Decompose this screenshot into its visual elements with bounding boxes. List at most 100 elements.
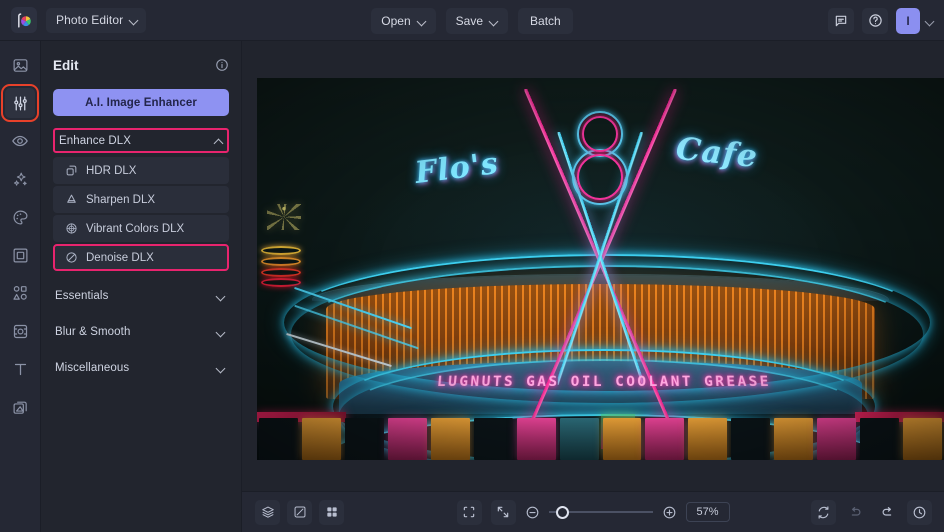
grid-four-icon	[326, 507, 337, 517]
panel-info-button[interactable]	[215, 58, 229, 72]
redo-arrow-icon	[882, 506, 892, 516]
sidebar-item-ai-tools[interactable]	[5, 316, 35, 346]
slider-handle[interactable]	[555, 505, 569, 519]
sidebar-item-image[interactable]	[5, 50, 35, 80]
sidebar-item-effects[interactable]	[5, 164, 35, 194]
text-icon	[14, 363, 26, 375]
sliders-icon	[13, 95, 27, 111]
zoom-out-button[interactable]	[525, 505, 540, 520]
list-item-label: Denoise DLX	[86, 251, 154, 264]
minus-circle-icon	[526, 506, 538, 518]
workspace-selector[interactable]: Photo Editor	[46, 7, 147, 33]
undo-arrow-icon	[851, 506, 861, 516]
cube-icon	[64, 164, 78, 178]
save-label: Save	[455, 13, 484, 28]
layers-copy-icon	[13, 401, 27, 414]
bottom-toolbar: 57%	[242, 491, 944, 532]
panel-header: Edit	[53, 41, 229, 81]
image-icon	[13, 58, 27, 72]
color-wheel-logo-icon	[17, 12, 31, 28]
no-noise-icon	[64, 251, 78, 265]
redo-button[interactable]	[875, 500, 900, 525]
canvas-stage[interactable]: Flo's Cafe LUGNUTS GAS OIL COOLANT GREAS…	[242, 41, 944, 491]
palette-icon	[13, 210, 27, 224]
image-canvas[interactable]: Flo's Cafe LUGNUTS GAS OIL COOLANT GREAS…	[257, 78, 944, 460]
collapsed-group-list: Essentials Blur & Smooth Miscellaneous	[53, 283, 229, 380]
compare-split-icon	[294, 506, 305, 518]
ai-image-enhancer-button[interactable]: A.I. Image Enhancer	[53, 89, 229, 116]
ai-image-enhancer-label: A.I. Image Enhancer	[85, 96, 197, 109]
chevron-down-icon	[490, 17, 498, 25]
actual-size-button[interactable]	[490, 499, 516, 525]
bottom-right-actions	[811, 499, 932, 525]
avatar-initial: I	[906, 13, 910, 28]
fit-frame-icon	[463, 506, 475, 518]
list-item-denoise-dlx[interactable]: Denoise DLX	[53, 244, 229, 271]
tool-rail	[0, 41, 41, 532]
layers-panel-button[interactable]	[255, 499, 280, 525]
chevron-down-icon	[217, 292, 225, 300]
bottom-left-actions	[255, 499, 344, 525]
question-circle-icon	[868, 14, 882, 27]
grid-view-button[interactable]	[319, 499, 344, 525]
help-button[interactable]	[862, 7, 888, 34]
photo-vignette	[257, 78, 944, 460]
eye-icon	[12, 135, 28, 147]
feedback-button[interactable]	[828, 7, 854, 34]
batch-button[interactable]: Batch	[518, 7, 573, 34]
history-button[interactable]	[907, 499, 932, 525]
chevron-down-icon	[418, 17, 426, 25]
collapse-arrows-icon	[497, 506, 509, 518]
list-item-sharpen-dlx[interactable]: Sharpen DLX	[53, 186, 229, 213]
group-label-miscellaneous: Miscellaneous	[55, 361, 130, 374]
info-circle-icon	[216, 59, 228, 71]
page-title: Edit	[53, 57, 79, 73]
top-right-actions: I	[828, 0, 934, 41]
chevron-down-icon	[130, 16, 138, 24]
list-item-vibrant-colors-dlx[interactable]: Vibrant Colors DLX	[53, 215, 229, 242]
plus-circle-icon	[663, 506, 675, 518]
layers-stack-icon	[261, 506, 274, 518]
group-label-enhance-dlx: Enhance DLX	[59, 134, 132, 147]
neon-diner-photo: Flo's Cafe LUGNUTS GAS OIL COOLANT GREAS…	[257, 78, 944, 460]
compare-view-button[interactable]	[287, 499, 312, 525]
chevron-down-icon	[217, 364, 225, 372]
reset-button[interactable]	[811, 499, 836, 525]
vibrant-circle-icon	[64, 222, 78, 236]
group-header-enhance-dlx[interactable]: Enhance DLX	[53, 128, 229, 153]
sidebar-item-color[interactable]	[5, 202, 35, 232]
group-header-miscellaneous[interactable]: Miscellaneous	[53, 355, 229, 380]
open-label: Open	[381, 13, 411, 28]
zoom-in-button[interactable]	[662, 505, 677, 520]
group-header-essentials[interactable]: Essentials	[53, 283, 229, 308]
list-item-hdr-dlx[interactable]: HDR DLX	[53, 157, 229, 184]
sidebar-item-frames[interactable]	[5, 240, 35, 270]
chevron-up-icon	[215, 137, 223, 145]
fit-to-frame-button[interactable]	[456, 499, 482, 525]
list-item-label: Sharpen DLX	[86, 193, 156, 206]
group-label-essentials: Essentials	[55, 289, 109, 302]
sidebar-item-retouch[interactable]	[5, 126, 35, 156]
history-clock-icon	[913, 506, 926, 518]
top-toolbar: Photo Editor Open Save Batch I	[0, 0, 944, 41]
sidebar-item-layers[interactable]	[5, 392, 35, 422]
avatar[interactable]: I	[896, 7, 920, 34]
sidebar-item-adjust[interactable]	[1, 84, 39, 122]
list-item-label: HDR DLX	[86, 164, 137, 177]
group-label-blur-smooth: Blur & Smooth	[55, 325, 131, 338]
chevron-down-icon[interactable]	[926, 17, 934, 25]
zoom-level-value[interactable]: 57%	[685, 502, 730, 522]
zoom-slider[interactable]	[548, 505, 653, 519]
save-button[interactable]: Save	[445, 7, 509, 34]
open-button[interactable]: Open	[371, 7, 436, 34]
group-header-blur-smooth[interactable]: Blur & Smooth	[53, 319, 229, 344]
sidebar-item-text[interactable]	[5, 354, 35, 384]
sparkles-icon	[13, 172, 27, 186]
app-logo[interactable]	[11, 7, 37, 33]
photo-editor-window: Photo Editor Open Save Batch I Edit A.I.…	[0, 0, 944, 532]
comment-icon	[835, 15, 847, 26]
batch-label: Batch	[530, 13, 561, 28]
reset-refresh-icon	[818, 505, 829, 519]
sidebar-item-shapes[interactable]	[5, 278, 35, 308]
undo-button[interactable]	[843, 500, 868, 525]
